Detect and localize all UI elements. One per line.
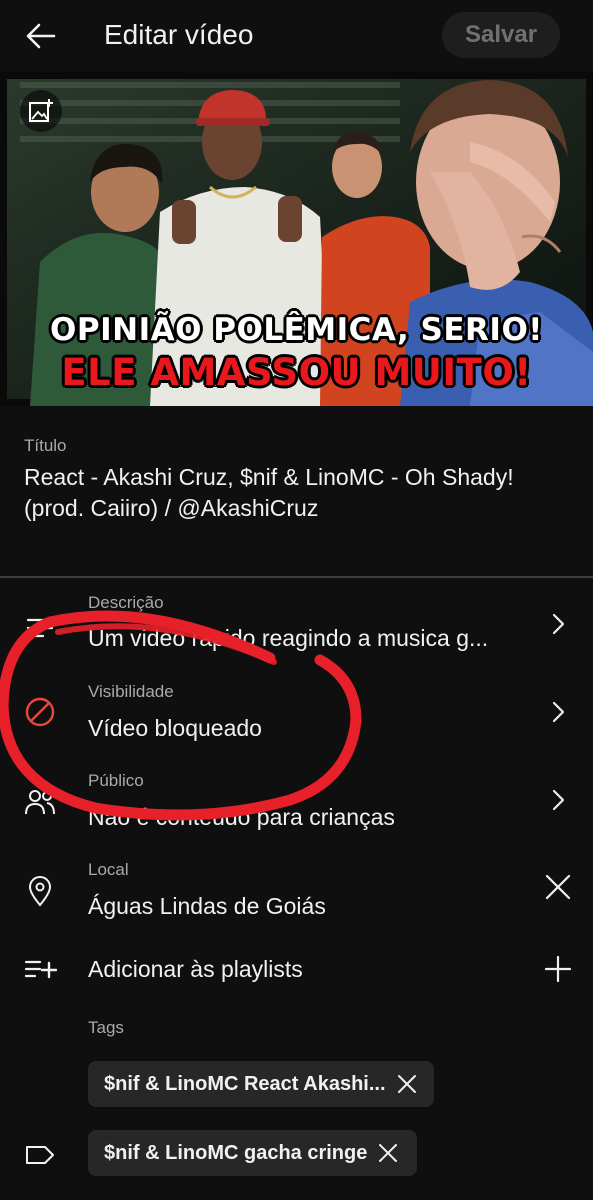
location-row[interactable]: Local Águas Lindas de Goiás <box>0 859 593 935</box>
thumbnail-caption-line2: ELE AMASSOU MUITO! <box>61 351 532 394</box>
add-image-icon <box>29 99 53 122</box>
visibility-label: Visibilidade <box>88 682 174 701</box>
thumbnail-caption-line1: OPINIÃO POLÊMICA, SERIO! <box>50 312 543 348</box>
tag-chip-label: $nif & LinoMC React Akashi... <box>104 1072 386 1095</box>
description-row[interactable]: Descrição Um video rapido reagindo a mus… <box>0 590 593 666</box>
top-app-bar: Editar vídeo Salvar <box>0 0 593 72</box>
add-playlist-icon <box>22 951 58 987</box>
tags-label: Tags <box>88 1018 124 1037</box>
add-playlist-row[interactable]: Adicionar às playlists <box>0 945 593 995</box>
chevron-right-icon <box>540 782 576 818</box>
description-label: Descrição <box>88 593 164 612</box>
visibility-row[interactable]: Visibilidade Vídeo bloqueado <box>0 680 593 756</box>
audience-value: Não é conteúdo para crianças <box>88 804 395 830</box>
blocked-icon <box>22 694 58 730</box>
location-pin-icon <box>22 873 58 909</box>
visibility-value: Vídeo bloqueado <box>88 715 262 741</box>
close-icon <box>545 874 571 900</box>
add-playlist-label: Adicionar às playlists <box>88 956 303 982</box>
location-value: Águas Lindas de Goiás <box>88 893 326 919</box>
arrow-back-icon <box>26 23 56 49</box>
clear-location-button[interactable] <box>540 869 576 905</box>
page-title: Editar vídeo <box>104 19 254 50</box>
change-thumbnail-button[interactable] <box>20 90 62 132</box>
chevron-right-icon <box>540 694 576 730</box>
back-button[interactable] <box>22 18 60 54</box>
tag-chip[interactable]: $nif & LinoMC gacha cringe <box>88 1130 417 1176</box>
section-divider <box>0 576 593 578</box>
video-thumbnail: OPINIÃO POLÊMICA, SERIO! ELE AMASSOU MUI… <box>0 72 593 406</box>
remove-tag-button[interactable] <box>394 1071 420 1097</box>
audience-row[interactable]: Público Não é conteúdo para crianças <box>0 770 593 846</box>
chevron-right-icon <box>540 606 576 642</box>
title-field[interactable]: React - Akashi Cruz, $nif & LinoMC - Oh … <box>24 462 569 524</box>
audience-icon <box>22 784 58 820</box>
close-icon <box>379 1144 398 1162</box>
tag-chip-label: $nif & LinoMC gacha cringe <box>104 1141 368 1164</box>
tag-chip[interactable]: $nif & LinoMC React Akashi... <box>88 1061 434 1107</box>
description-value: Um video rapido reagindo a musica g... <box>88 625 489 651</box>
save-button[interactable]: Salvar <box>442 12 560 58</box>
audience-label: Público <box>88 771 144 790</box>
close-icon <box>397 1075 416 1093</box>
title-label: Título <box>24 436 67 455</box>
remove-tag-button[interactable] <box>375 1140 401 1166</box>
tag-label-icon <box>22 1137 58 1173</box>
description-lines-icon <box>22 610 58 646</box>
location-label: Local <box>88 860 129 879</box>
plus-icon <box>540 951 576 987</box>
